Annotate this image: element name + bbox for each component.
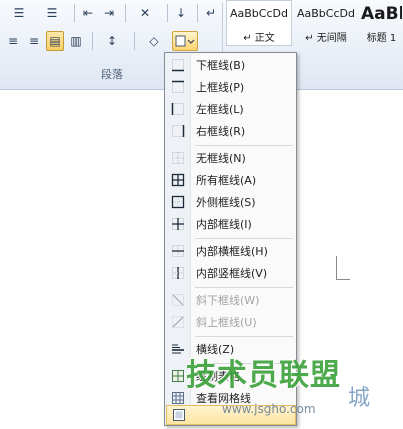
style-name: 标题 1 bbox=[366, 33, 397, 44]
outline-list-button[interactable]: ☰ bbox=[37, 3, 67, 23]
ribbon-separator bbox=[125, 4, 126, 22]
menu-item-top-border[interactable]: 上框线(P) bbox=[166, 77, 296, 97]
menu-item-label: 外侧框线(S) bbox=[196, 196, 256, 209]
menu-item-inside-borders[interactable]: 内部框线(I) bbox=[166, 214, 296, 234]
style-name: ↵ 无间隔 bbox=[305, 33, 347, 44]
ribbon-separator bbox=[134, 32, 135, 50]
diagonal-down-border-icon bbox=[166, 290, 190, 310]
menu-item-inside-vertical-border[interactable]: 内部竖框线(V) bbox=[166, 263, 296, 283]
style-name: ↵ 正文 bbox=[243, 33, 275, 44]
show-marks-button[interactable]: ↵ bbox=[202, 3, 220, 23]
style-sample: AaBb bbox=[361, 4, 402, 24]
menu-item-bottom-border[interactable]: 下框线(B) bbox=[166, 55, 296, 75]
menu-item-label: 内部框线(I) bbox=[196, 218, 252, 231]
ribbon-separator bbox=[74, 4, 75, 22]
sort-button[interactable]: ↓ bbox=[172, 3, 190, 23]
inside-borders-icon bbox=[166, 214, 190, 234]
menu-item-label: 所有框线(A) bbox=[196, 174, 257, 187]
style-normal[interactable]: AaBbCcDd ↵ 正文 bbox=[226, 0, 292, 46]
ribbon-separator bbox=[197, 4, 198, 22]
menu-item-label: 上框线(P) bbox=[196, 81, 245, 94]
menu-item-label: 左框线(L) bbox=[196, 103, 244, 116]
chinese-layout-button[interactable]: ✕ bbox=[130, 3, 160, 23]
watermark-url: www.jsgho.com bbox=[222, 402, 316, 416]
ribbon-row-bottom: ≡ ≡ ▤ ▥ ↕ ◇ bbox=[4, 30, 201, 52]
align-right-button[interactable]: ≡ bbox=[25, 31, 43, 51]
menu-item-label: 无框线(N) bbox=[196, 152, 246, 165]
menu-item-label: 内部竖框线(V) bbox=[196, 267, 268, 280]
menu-item-diagonal-down-border: 斜下框线(W) bbox=[166, 290, 296, 310]
multilevel-list-button[interactable]: ☰ bbox=[4, 3, 34, 23]
menu-item-label: 下框线(B) bbox=[196, 59, 246, 72]
ribbon-separator bbox=[167, 4, 168, 22]
style-heading-1[interactable]: AaBb 标题 1 bbox=[360, 0, 403, 46]
inside-vertical-border-icon bbox=[166, 263, 190, 283]
menu-item-right-border[interactable]: 右框线(R) bbox=[166, 121, 296, 141]
menu-item-inside-horizontal-border[interactable]: 内部横框线(H) bbox=[166, 241, 296, 261]
diagonal-up-border-icon bbox=[166, 312, 190, 332]
top-border-icon bbox=[166, 77, 190, 97]
menu-separator bbox=[195, 336, 293, 337]
style-no-spacing[interactable]: AaBbCcDd ↵ 无间隔 bbox=[292, 0, 360, 46]
styles-gallery: AaBbCcDd ↵ 正文 AaBbCcDd ↵ 无间隔 AaBb 标题 1 bbox=[226, 0, 403, 46]
menu-item-diagonal-up-border: 斜上框线(U) bbox=[166, 312, 296, 332]
menu-item-label: 内部横框线(H) bbox=[196, 245, 268, 258]
menu-item-all-borders[interactable]: 所有框线(A) bbox=[166, 170, 296, 190]
outside-borders-icon bbox=[166, 192, 190, 212]
all-borders-icon bbox=[166, 170, 190, 190]
ribbon-separator bbox=[92, 32, 93, 50]
style-sample: AaBbCcDd bbox=[297, 7, 355, 20]
menu-item-label: 右框线(R) bbox=[196, 125, 246, 138]
decrease-indent-button[interactable]: ⇤ bbox=[79, 3, 97, 23]
bottom-border-icon bbox=[166, 55, 190, 75]
menu-item-label: 斜上框线(U) bbox=[196, 316, 257, 329]
menu-item-label: 斜下框线(W) bbox=[196, 294, 260, 307]
watermark-side-text: 城 bbox=[348, 386, 371, 411]
shading-button[interactable]: ◇ bbox=[139, 31, 169, 51]
menu-separator bbox=[195, 145, 293, 146]
no-border-icon bbox=[166, 148, 190, 168]
left-border-icon bbox=[166, 99, 190, 119]
align-center-button[interactable]: ≡ bbox=[4, 31, 22, 51]
ribbon-row-top: ☰ ☰ ⇤ ⇥ ✕ ↓ ↵ bbox=[4, 2, 223, 24]
watermark: 技术员联盟 城 www.jsgho.com bbox=[178, 350, 403, 426]
menu-item-left-border[interactable]: 左框线(L) bbox=[166, 99, 296, 119]
menu-separator bbox=[195, 238, 293, 239]
line-spacing-button[interactable]: ↕ bbox=[97, 31, 127, 51]
distributed-button[interactable]: ▥ bbox=[67, 31, 85, 51]
menu-separator bbox=[195, 287, 293, 288]
inside-horizontal-border-icon bbox=[166, 241, 190, 261]
paragraph-group-label: 段落 bbox=[101, 68, 123, 81]
increase-indent-button[interactable]: ⇥ bbox=[100, 3, 118, 23]
right-border-icon bbox=[166, 121, 190, 141]
borders-dropdown-button[interactable] bbox=[172, 31, 198, 51]
menu-item-outside-borders[interactable]: 外侧框线(S) bbox=[166, 192, 296, 212]
border-icon bbox=[175, 35, 195, 47]
page-margin-mark bbox=[336, 256, 350, 280]
watermark-logo-text: 技术员联盟 bbox=[186, 358, 341, 393]
justify-button[interactable]: ▤ bbox=[46, 31, 64, 51]
style-sample: AaBbCcDd bbox=[230, 7, 288, 20]
menu-item-no-border[interactable]: 无框线(N) bbox=[166, 148, 296, 168]
